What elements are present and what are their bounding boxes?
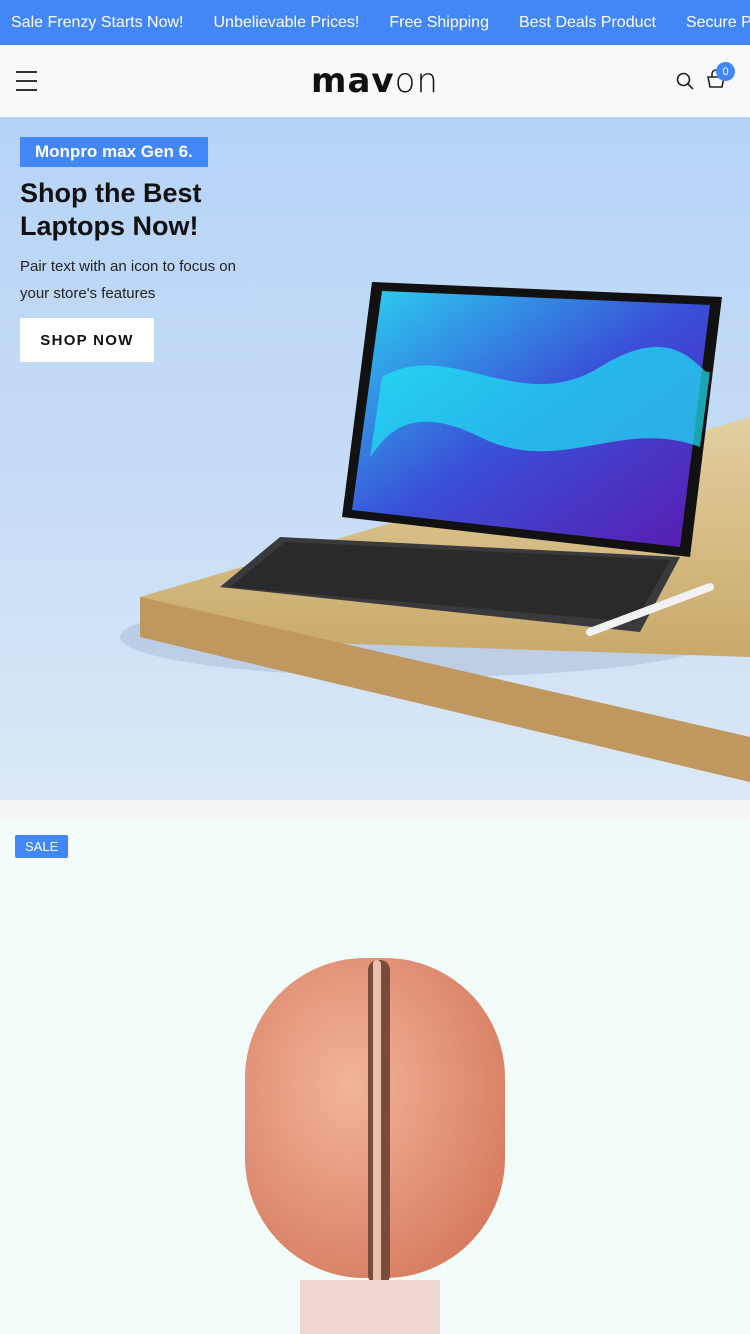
hero-subtitle: Pair text with an icon to focus on your …: [20, 258, 236, 302]
shop-now-button[interactable]: SHOP NOW: [20, 318, 154, 362]
announcement-item: Best Deals Product: [518, 13, 656, 31]
search-icon[interactable]: [676, 72, 694, 90]
logo[interactable]: mavon: [311, 61, 439, 101]
hero-banner: Monpro max Gen 6. Shop the Best Laptops …: [0, 117, 750, 800]
cart-count-badge: 0: [716, 62, 735, 81]
announcement-item: Secure Payment: [685, 13, 750, 31]
hero-tag: Monpro max Gen 6.: [20, 137, 208, 167]
announcement-item: Free Shipping: [389, 13, 489, 31]
hamburger-menu-icon[interactable]: [16, 71, 37, 91]
sale-badge: SALE: [15, 835, 69, 858]
announcement-item: Unbelievable Prices!: [213, 13, 360, 31]
speaker-image: [245, 958, 505, 1334]
announcement-item: Sale Frenzy Starts Now!: [11, 13, 184, 31]
site-header: mavon 0: [0, 45, 750, 117]
product-card[interactable]: SALE: [0, 820, 750, 1334]
announcement-bar: Sale Frenzy Starts Now! Unbelievable Pri…: [0, 0, 750, 45]
hero-title: Shop the Best Laptops Now!: [20, 178, 202, 241]
